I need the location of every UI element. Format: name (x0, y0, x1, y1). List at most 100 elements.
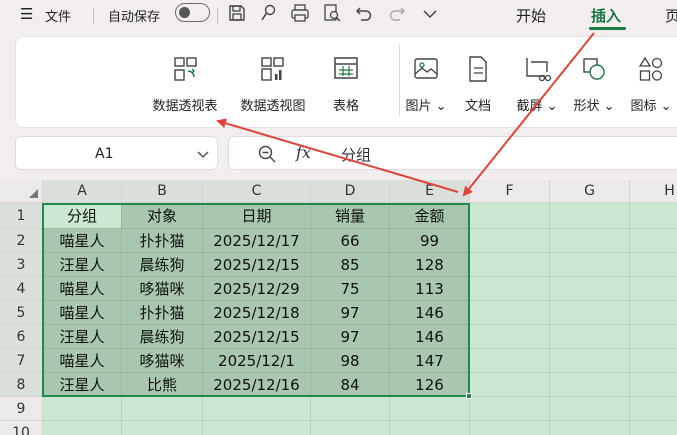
cell-d10[interactable] (311, 421, 390, 435)
chevron-down-icon[interactable] (196, 147, 210, 161)
cell-g2[interactable] (550, 229, 630, 253)
screenshot-button[interactable]: 截屏 ⌄ (510, 51, 564, 114)
cell-e2[interactable]: 99 (390, 229, 470, 253)
cell-b7[interactable]: 哆猫咪 (122, 349, 203, 373)
cell-h3[interactable] (630, 253, 677, 277)
cell-f9[interactable] (470, 397, 550, 421)
file-menu[interactable]: 文件 (45, 6, 71, 25)
cell-h8[interactable] (630, 373, 677, 397)
cell-h10[interactable] (630, 421, 677, 435)
cell-h5[interactable] (630, 301, 677, 325)
cell-e8[interactable]: 126 (390, 373, 470, 397)
cell-g6[interactable] (550, 325, 630, 349)
shape-button[interactable]: 形状 ⌄ (567, 51, 621, 114)
print-preview-icon[interactable] (322, 3, 342, 23)
cell-b6[interactable]: 晨练狗 (122, 325, 203, 349)
pivot-table-button[interactable]: 数据透视表 (144, 51, 226, 114)
cell-b2[interactable]: 扑扑猫 (122, 229, 203, 253)
cell-h7[interactable] (630, 349, 677, 373)
cell-d4[interactable]: 75 (311, 277, 390, 301)
cell-c9[interactable] (203, 397, 311, 421)
cell-b9[interactable] (122, 397, 203, 421)
cell-d8[interactable]: 84 (311, 373, 390, 397)
cell-g9[interactable] (550, 397, 630, 421)
cell-area[interactable]: 分组 对象 日期 销量 金额 喵星人 扑扑猫 2025/12/17 66 99 汪星人 晨练狗 2025… (43, 203, 677, 435)
row-header-7[interactable]: 7 (0, 349, 43, 373)
row-header-10[interactable]: 10 (0, 421, 43, 435)
column-header-d[interactable]: D (311, 180, 390, 203)
cell-g1[interactable] (550, 203, 630, 229)
icon-button[interactable]: 图标 ⌄ (624, 51, 677, 114)
fill-handle[interactable] (466, 393, 472, 399)
cell-g8[interactable] (550, 373, 630, 397)
name-box[interactable]: A1 (15, 136, 218, 170)
cell-h2[interactable] (630, 229, 677, 253)
cell-b5[interactable]: 扑扑猫 (122, 301, 203, 325)
cell-h1[interactable] (630, 203, 677, 229)
pivot-chart-button[interactable]: 数据透视图 (232, 51, 314, 114)
spreadsheet-grid[interactable]: 分组 对象 日期 销量 金额 喵星人 扑扑猫 2025/12/17 66 99 汪星人 晨练狗 2025… (0, 180, 677, 435)
brush-icon[interactable] (258, 3, 278, 23)
row-header-6[interactable]: 6 (0, 325, 43, 349)
cell-f2[interactable] (470, 229, 550, 253)
column-header-b[interactable]: B (122, 180, 203, 203)
cell-d6[interactable]: 97 (311, 325, 390, 349)
cell-e9[interactable] (390, 397, 470, 421)
column-header-c[interactable]: C (203, 180, 311, 203)
formula-input[interactable]: 分组 (341, 144, 371, 165)
table-button[interactable]: 表格 (322, 51, 370, 114)
cell-d1[interactable]: 销量 (311, 203, 390, 229)
cell-a6[interactable]: 汪星人 (43, 325, 122, 349)
cell-c3[interactable]: 2025/12/15 (203, 253, 311, 277)
cell-e6[interactable]: 146 (390, 325, 470, 349)
formula-bar[interactable]: fx 分组 (228, 136, 677, 170)
cell-f6[interactable] (470, 325, 550, 349)
tab-insert[interactable]: 插入 (591, 5, 621, 26)
cell-h6[interactable] (630, 325, 677, 349)
cell-d3[interactable]: 85 (311, 253, 390, 277)
cell-g3[interactable] (550, 253, 630, 277)
tab-page[interactable]: 页 (665, 5, 677, 26)
row-header-2[interactable]: 2 (0, 229, 43, 253)
cell-a10[interactable] (43, 421, 122, 435)
cell-d9[interactable] (311, 397, 390, 421)
cell-c7[interactable]: 2025/12/1 (203, 349, 311, 373)
cell-h4[interactable] (630, 277, 677, 301)
cell-c6[interactable]: 2025/12/15 (203, 325, 311, 349)
print-icon[interactable] (290, 3, 310, 23)
cell-e5[interactable]: 146 (390, 301, 470, 325)
cell-a7[interactable]: 喵星人 (43, 349, 122, 373)
cell-a5[interactable]: 喵星人 (43, 301, 122, 325)
cell-h9[interactable] (630, 397, 677, 421)
redo-icon[interactable] (387, 3, 407, 23)
cell-g5[interactable] (550, 301, 630, 325)
picture-button[interactable]: 图片 ⌄ (399, 51, 453, 114)
cell-f7[interactable] (470, 349, 550, 373)
cell-e3[interactable]: 128 (390, 253, 470, 277)
cell-b3[interactable]: 晨练狗 (122, 253, 203, 277)
cell-a2[interactable]: 喵星人 (43, 229, 122, 253)
row-header-4[interactable]: 4 (0, 277, 43, 301)
cell-g10[interactable] (550, 421, 630, 435)
cell-f4[interactable] (470, 277, 550, 301)
cell-c1[interactable]: 日期 (203, 203, 311, 229)
column-header-a[interactable]: A (43, 180, 122, 203)
undo-icon[interactable] (354, 3, 374, 23)
cell-a1[interactable]: 分组 (43, 203, 122, 229)
cell-a8[interactable]: 汪星人 (43, 373, 122, 397)
zoom-out-icon[interactable] (257, 144, 277, 164)
row-header-9[interactable]: 9 (0, 397, 43, 421)
cell-c4[interactable]: 2025/12/29 (203, 277, 311, 301)
column-header-f[interactable]: F (470, 180, 550, 203)
column-header-g[interactable]: G (550, 180, 630, 203)
cell-d2[interactable]: 66 (311, 229, 390, 253)
cell-c8[interactable]: 2025/12/16 (203, 373, 311, 397)
cell-a9[interactable] (43, 397, 122, 421)
cell-b4[interactable]: 哆猫咪 (122, 277, 203, 301)
cell-f1[interactable] (470, 203, 550, 229)
cell-g7[interactable] (550, 349, 630, 373)
cell-a3[interactable]: 汪星人 (43, 253, 122, 277)
cell-e1[interactable]: 金额 (390, 203, 470, 229)
cell-e10[interactable] (390, 421, 470, 435)
tab-start[interactable]: 开始 (516, 5, 546, 26)
